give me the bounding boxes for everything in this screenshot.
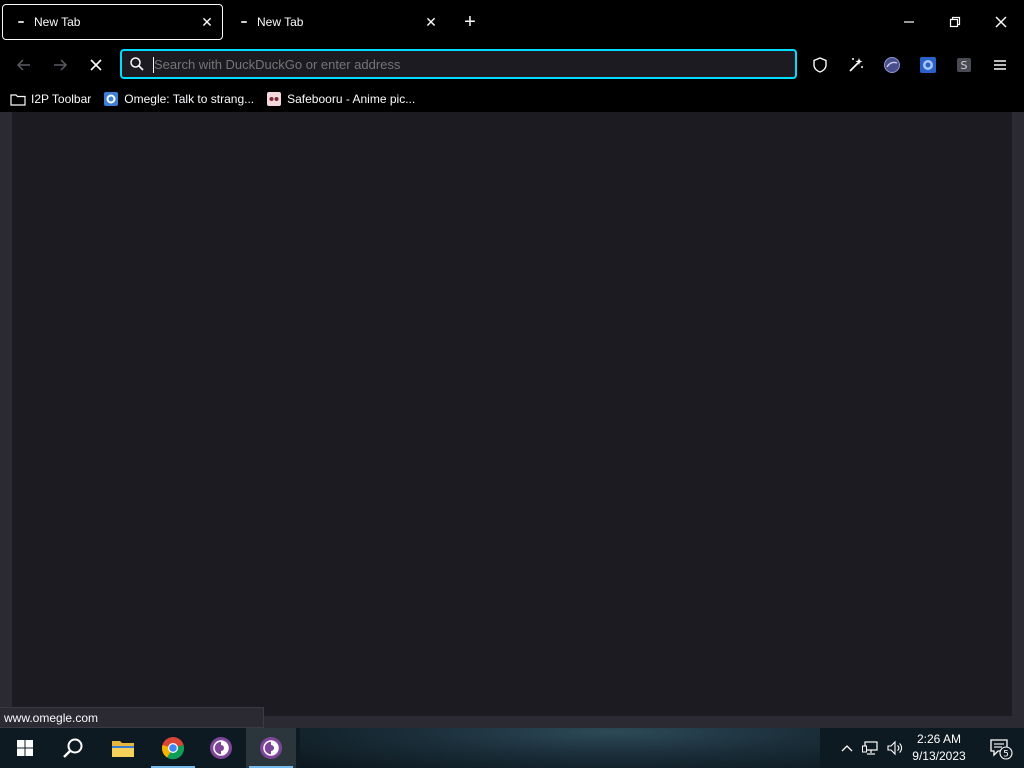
tor-browser-active-button[interactable]	[246, 728, 296, 768]
forward-button[interactable]	[45, 50, 75, 80]
tor-browser-button[interactable]	[196, 728, 246, 768]
tab-new-tab-2[interactable]: New Tab ✕	[226, 4, 446, 40]
action-center-button[interactable]: 5	[978, 728, 1024, 768]
taskbar: 2:26 AM 9/13/2023 5	[0, 728, 1024, 768]
windows-start-icon	[17, 740, 33, 756]
chevron-up-icon	[841, 745, 853, 752]
stop-button[interactable]	[81, 50, 111, 80]
chrome-button[interactable]	[148, 728, 198, 768]
extension-globe-button[interactable]	[879, 52, 905, 78]
system-clock[interactable]: 2:26 AM 9/13/2023	[906, 730, 972, 766]
address-bar[interactable]	[120, 49, 797, 79]
content-right-edge	[1012, 112, 1024, 716]
bookmark-label: Omegle: Talk to strang...	[124, 92, 255, 106]
shield-button[interactable]	[807, 52, 833, 78]
search-icon	[122, 56, 152, 72]
address-input[interactable]	[152, 56, 795, 72]
tab-new-tab-1[interactable]: New Tab ✕	[2, 4, 223, 40]
magic-wand-button[interactable]	[843, 52, 869, 78]
tab-label: New Tab	[34, 15, 81, 29]
start-button[interactable]	[0, 728, 50, 768]
speaker-icon	[887, 740, 902, 756]
tab-loading-icon	[18, 21, 24, 23]
tor-browser-icon	[260, 737, 282, 759]
new-tab-button[interactable]: +	[458, 10, 482, 34]
network-button[interactable]	[860, 728, 882, 768]
bookmark-i2p-toolbar[interactable]: I2P Toolbar	[10, 91, 91, 107]
folder-icon	[10, 91, 26, 107]
hamburger-menu-icon	[994, 60, 1006, 70]
tab-label: New Tab	[257, 15, 304, 29]
notification-icon: 5	[990, 739, 1013, 760]
back-arrow-icon	[16, 59, 30, 71]
back-button[interactable]	[9, 50, 39, 80]
forward-arrow-icon	[54, 59, 68, 71]
navigation-toolbar: S	[0, 44, 1024, 86]
tab-strip: New Tab ✕ New Tab ✕ +	[0, 0, 1024, 44]
chrome-icon	[161, 737, 185, 760]
magic-wand-icon	[849, 58, 863, 72]
file-explorer-icon	[112, 741, 134, 757]
extension-s-button[interactable]: S	[951, 52, 977, 78]
omegle-icon	[103, 91, 119, 107]
extension-blue-icon	[920, 57, 936, 73]
taskbar-search-button[interactable]	[48, 728, 98, 768]
file-explorer-button[interactable]	[98, 728, 148, 768]
safebooru-icon	[266, 91, 282, 107]
page-content	[0, 112, 1024, 728]
search-icon	[63, 738, 83, 758]
app-menu-button[interactable]	[987, 52, 1013, 78]
bookmarks-toolbar: I2P Toolbar Omegle: Talk to strang... Sa…	[0, 86, 1024, 112]
minimize-button[interactable]	[886, 0, 932, 44]
extension-blue-button[interactable]	[915, 52, 941, 78]
desktop-wallpaper	[300, 728, 820, 768]
stop-loading-icon	[90, 59, 102, 71]
extension-globe-icon	[884, 57, 900, 73]
bookmark-label: Safebooru - Anime pic...	[287, 92, 416, 106]
close-window-button[interactable]	[978, 0, 1024, 44]
restore-button[interactable]	[932, 0, 978, 44]
volume-button[interactable]	[884, 728, 906, 768]
text-caret	[153, 57, 154, 73]
clock-time: 2:26 AM	[916, 732, 962, 746]
notification-count: 5	[1003, 750, 1009, 760]
tor-browser-icon	[210, 737, 232, 759]
close-icon	[995, 16, 1007, 28]
close-icon[interactable]: ✕	[421, 12, 441, 32]
bookmark-label: I2P Toolbar	[31, 92, 92, 106]
content-left-edge	[0, 112, 12, 716]
shield-icon	[813, 57, 827, 73]
screen: New Tab ✕ New Tab ✕ + Search with DuckDu…	[0, 0, 1024, 768]
tab-loading-icon	[241, 21, 247, 23]
clock-date: 9/13/2023	[912, 749, 966, 763]
restore-icon	[949, 16, 961, 28]
bookmark-safebooru[interactable]: Safebooru - Anime pic...	[266, 91, 415, 107]
svg-text:S: S	[961, 59, 968, 72]
close-icon[interactable]: ✕	[197, 12, 217, 32]
status-panel: www.omegle.com	[0, 707, 264, 728]
show-hidden-icons-button[interactable]	[836, 728, 858, 768]
minimize-icon	[904, 21, 914, 23]
extension-s-icon: S	[957, 58, 971, 72]
bookmark-omegle[interactable]: Omegle: Talk to strang...	[103, 91, 254, 107]
network-icon	[862, 741, 878, 755]
